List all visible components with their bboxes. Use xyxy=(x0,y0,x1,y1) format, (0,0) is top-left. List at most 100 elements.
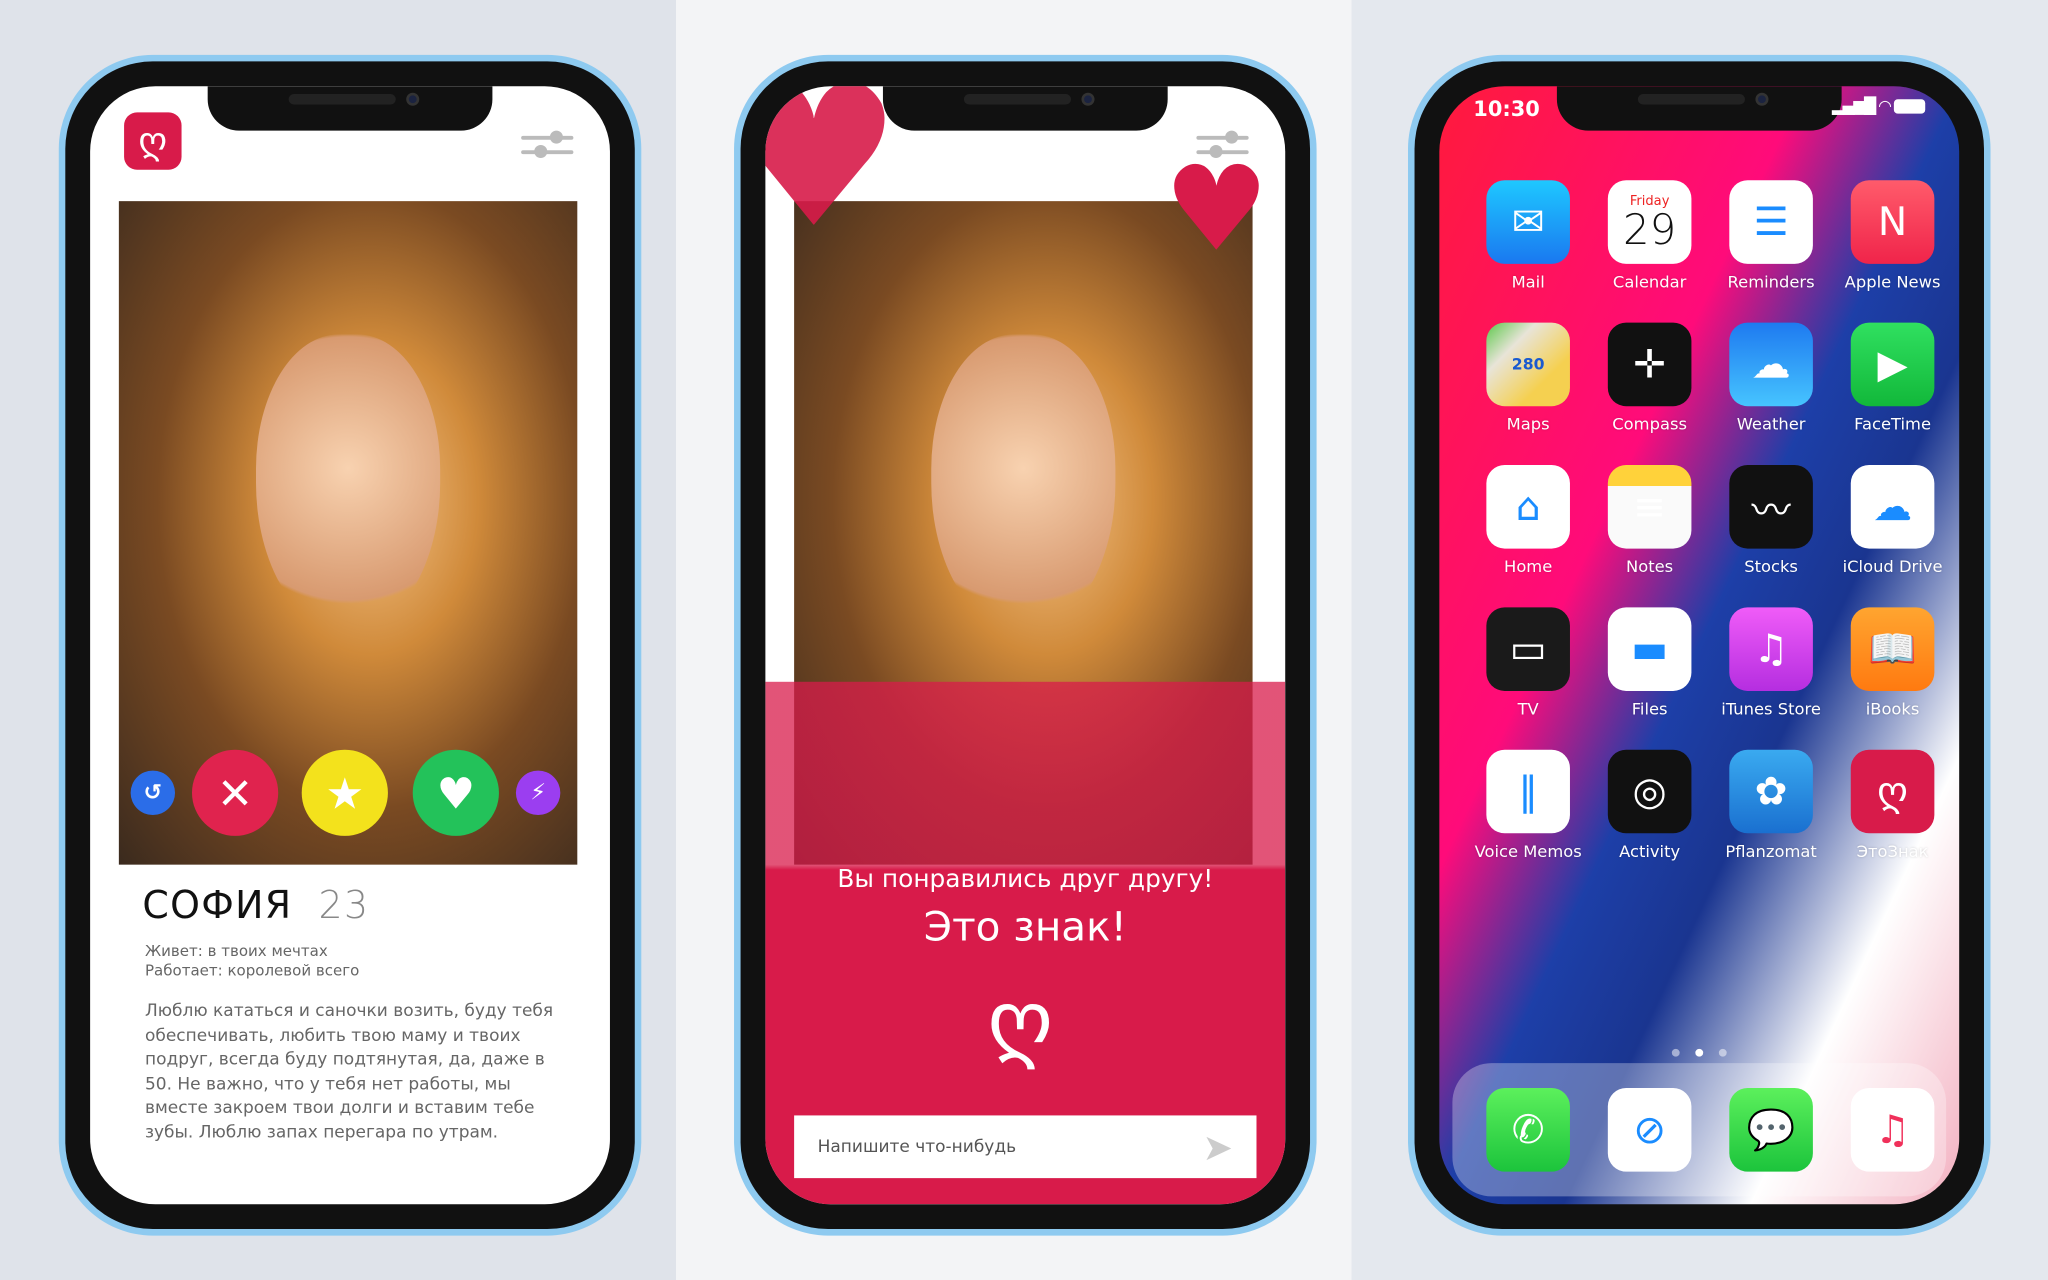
dock-messages[interactable]: 💬 xyxy=(1716,1087,1826,1172)
app-этознак[interactable]: ღ ЭтоЗнак xyxy=(1838,749,1948,861)
app-label: iTunes Store xyxy=(1721,698,1821,719)
app-weather[interactable]: ☁ Weather xyxy=(1716,322,1826,434)
app-glyph: ☰ xyxy=(1753,199,1789,245)
match-title: Вы понравились друг другу! xyxy=(837,864,1214,894)
heart-icon: ♥ xyxy=(765,86,901,256)
message-placeholder: Напишите что-нибудь xyxy=(817,1136,1017,1157)
match-screen: ♥ ♥ Вы понравились друг другу! Это знак!… xyxy=(765,86,1286,1205)
app-glyph: ღ xyxy=(1877,768,1908,815)
star-button[interactable]: ★ xyxy=(301,749,388,836)
app-glyph: ✛ xyxy=(1633,341,1667,388)
icloud-drive-icon: ☁ xyxy=(1850,464,1935,549)
app-glyph: ▬ xyxy=(1631,626,1669,672)
app-maps[interactable]: 280 Maps xyxy=(1473,322,1583,434)
app-calendar[interactable]: Friday 29 Calendar xyxy=(1595,180,1705,291)
status-time: 10:30 xyxy=(1473,96,1540,122)
wifi-icon: ◠ xyxy=(1878,96,1894,115)
app-label: Files xyxy=(1631,698,1668,719)
home-icon: ⌂ xyxy=(1486,464,1570,549)
battery-icon xyxy=(1893,99,1926,114)
works-text: Работает: королевой всего xyxy=(144,961,360,980)
app-label: Voice Memos xyxy=(1474,841,1582,861)
rewind-button[interactable]: ↺ xyxy=(130,770,176,816)
app-ibooks[interactable]: 📖 iBooks xyxy=(1838,607,1948,718)
phone-icon: ✆ xyxy=(1486,1087,1570,1172)
app-label: Pflanzomat xyxy=(1725,841,1817,861)
notch xyxy=(207,86,493,131)
calendar-date: 29 xyxy=(1623,204,1677,255)
dock-glyph: ⊘ xyxy=(1633,1106,1667,1153)
heart-icon: ♥ xyxy=(1163,141,1270,279)
calendar-icon: Friday 29 xyxy=(1607,180,1692,264)
dock-glyph: ♫ xyxy=(1874,1106,1911,1153)
dock-glyph: ✆ xyxy=(1511,1106,1545,1153)
dock-glyph: 💬 xyxy=(1746,1106,1796,1153)
dock-safari[interactable]: ⊘ xyxy=(1595,1087,1705,1172)
heart-logo-icon[interactable]: ღ xyxy=(124,112,182,170)
phone-profile: ღ ↺ ✕ ★ ♥ ⚡ СОФИЯ 23 Живет: в твоих мечтах Ра… xyxy=(58,54,642,1236)
dock: ✆ ⊘ 💬 ♫ xyxy=(1452,1063,1948,1197)
star-icon: ★ xyxy=(325,767,365,819)
name-text: СОФИЯ xyxy=(142,882,293,928)
sliders-icon[interactable] xyxy=(521,130,574,162)
app-label: Activity xyxy=(1619,841,1681,861)
app-glyph: 📖 xyxy=(1868,626,1917,672)
app-glyph: ‖ xyxy=(1518,768,1538,815)
message-input[interactable]: Напишите что-нибудь ➤ xyxy=(794,1115,1257,1179)
app-pflanzomat[interactable]: ✿ Pflanzomat xyxy=(1716,749,1826,861)
close-button[interactable]: ✕ xyxy=(191,749,279,836)
app-compass[interactable]: ✛ Compass xyxy=(1595,322,1705,434)
app-glyph: ✿ xyxy=(1754,768,1788,815)
app-tv[interactable]: ▭ TV xyxy=(1473,607,1583,718)
facetime-icon: ▶ xyxy=(1850,322,1935,407)
app-glyph: ≡ xyxy=(1633,483,1667,530)
maps-icon: 280 xyxy=(1486,322,1570,407)
dock-phone[interactable]: ✆ xyxy=(1473,1087,1583,1172)
app-glyph: ♫ xyxy=(1753,626,1789,672)
music-icon: ♫ xyxy=(1850,1087,1935,1172)
dock-music[interactable]: ♫ xyxy=(1838,1087,1948,1172)
app-label: Notes xyxy=(1626,556,1674,576)
app-activity[interactable]: ◎ Activity xyxy=(1595,749,1705,861)
app-label: Stocks xyxy=(1744,556,1798,576)
heart-icon: ♥ xyxy=(436,767,476,819)
app-home[interactable]: ⌂ Home xyxy=(1473,464,1583,576)
app-glyph: N xyxy=(1877,199,1908,245)
app-label: Weather xyxy=(1736,414,1806,434)
pflanzomat-icon: ✿ xyxy=(1729,749,1813,834)
apple-news-icon: N xyxy=(1850,180,1935,264)
app-voice-memos[interactable]: ‖ Voice Memos xyxy=(1473,749,1583,861)
send-icon[interactable]: ➤ xyxy=(1202,1125,1233,1168)
notch xyxy=(1556,86,1842,131)
notch xyxy=(882,86,1168,131)
reminders-icon: ☰ xyxy=(1729,180,1813,264)
heart-button[interactable]: ♥ xyxy=(412,749,499,836)
boost-button[interactable]: ⚡ xyxy=(515,770,561,816)
app-icloud-drive[interactable]: ☁ iCloud Drive xyxy=(1838,464,1948,576)
match-subtitle: Это знак! xyxy=(923,903,1127,951)
app-apple-news[interactable]: N Apple News xyxy=(1838,180,1948,291)
phone-home: 10:30 ▂▄▆█ ◠ ✉ Mail Friday 29 Calendar ☰ Remin… xyxy=(1407,54,1991,1236)
files-icon: ▬ xyxy=(1607,607,1692,691)
mockup-stage: ღ ↺ ✕ ★ ♥ ⚡ СОФИЯ 23 Живет: в твоих мечтах Ра… xyxy=(0,0,2048,1280)
app-stocks[interactable]: 〰 Stocks xyxy=(1716,464,1826,576)
rewind-icon: ↺ xyxy=(143,779,163,806)
app-glyph: 280 xyxy=(1511,355,1545,374)
voice-memos-icon: ‖ xyxy=(1486,749,1570,834)
app-reminders[interactable]: ☰ Reminders xyxy=(1716,180,1826,291)
app-files[interactable]: ▬ Files xyxy=(1595,607,1705,718)
profile-name: СОФИЯ 23 xyxy=(142,883,369,927)
app-mail[interactable]: ✉ Mail xyxy=(1473,180,1583,291)
app-label: iBooks xyxy=(1865,698,1920,719)
lives-text: Живет: в твоих мечтах xyxy=(144,941,328,960)
app-notes[interactable]: ≡ Notes xyxy=(1595,464,1705,576)
tv-icon: ▭ xyxy=(1486,607,1570,691)
app-glyph: ▭ xyxy=(1509,626,1547,672)
app-facetime[interactable]: ▶ FaceTime xyxy=(1838,322,1948,434)
heart-logo-icon: ღ xyxy=(987,974,1054,1072)
app-label: iCloud Drive xyxy=(1842,556,1943,576)
app-label: ЭтоЗнак xyxy=(1856,841,1929,861)
app-glyph: ◎ xyxy=(1632,768,1667,815)
page-indicator[interactable] xyxy=(1439,1037,1959,1062)
app-itunes-store[interactable]: ♫ iTunes Store xyxy=(1716,607,1826,718)
